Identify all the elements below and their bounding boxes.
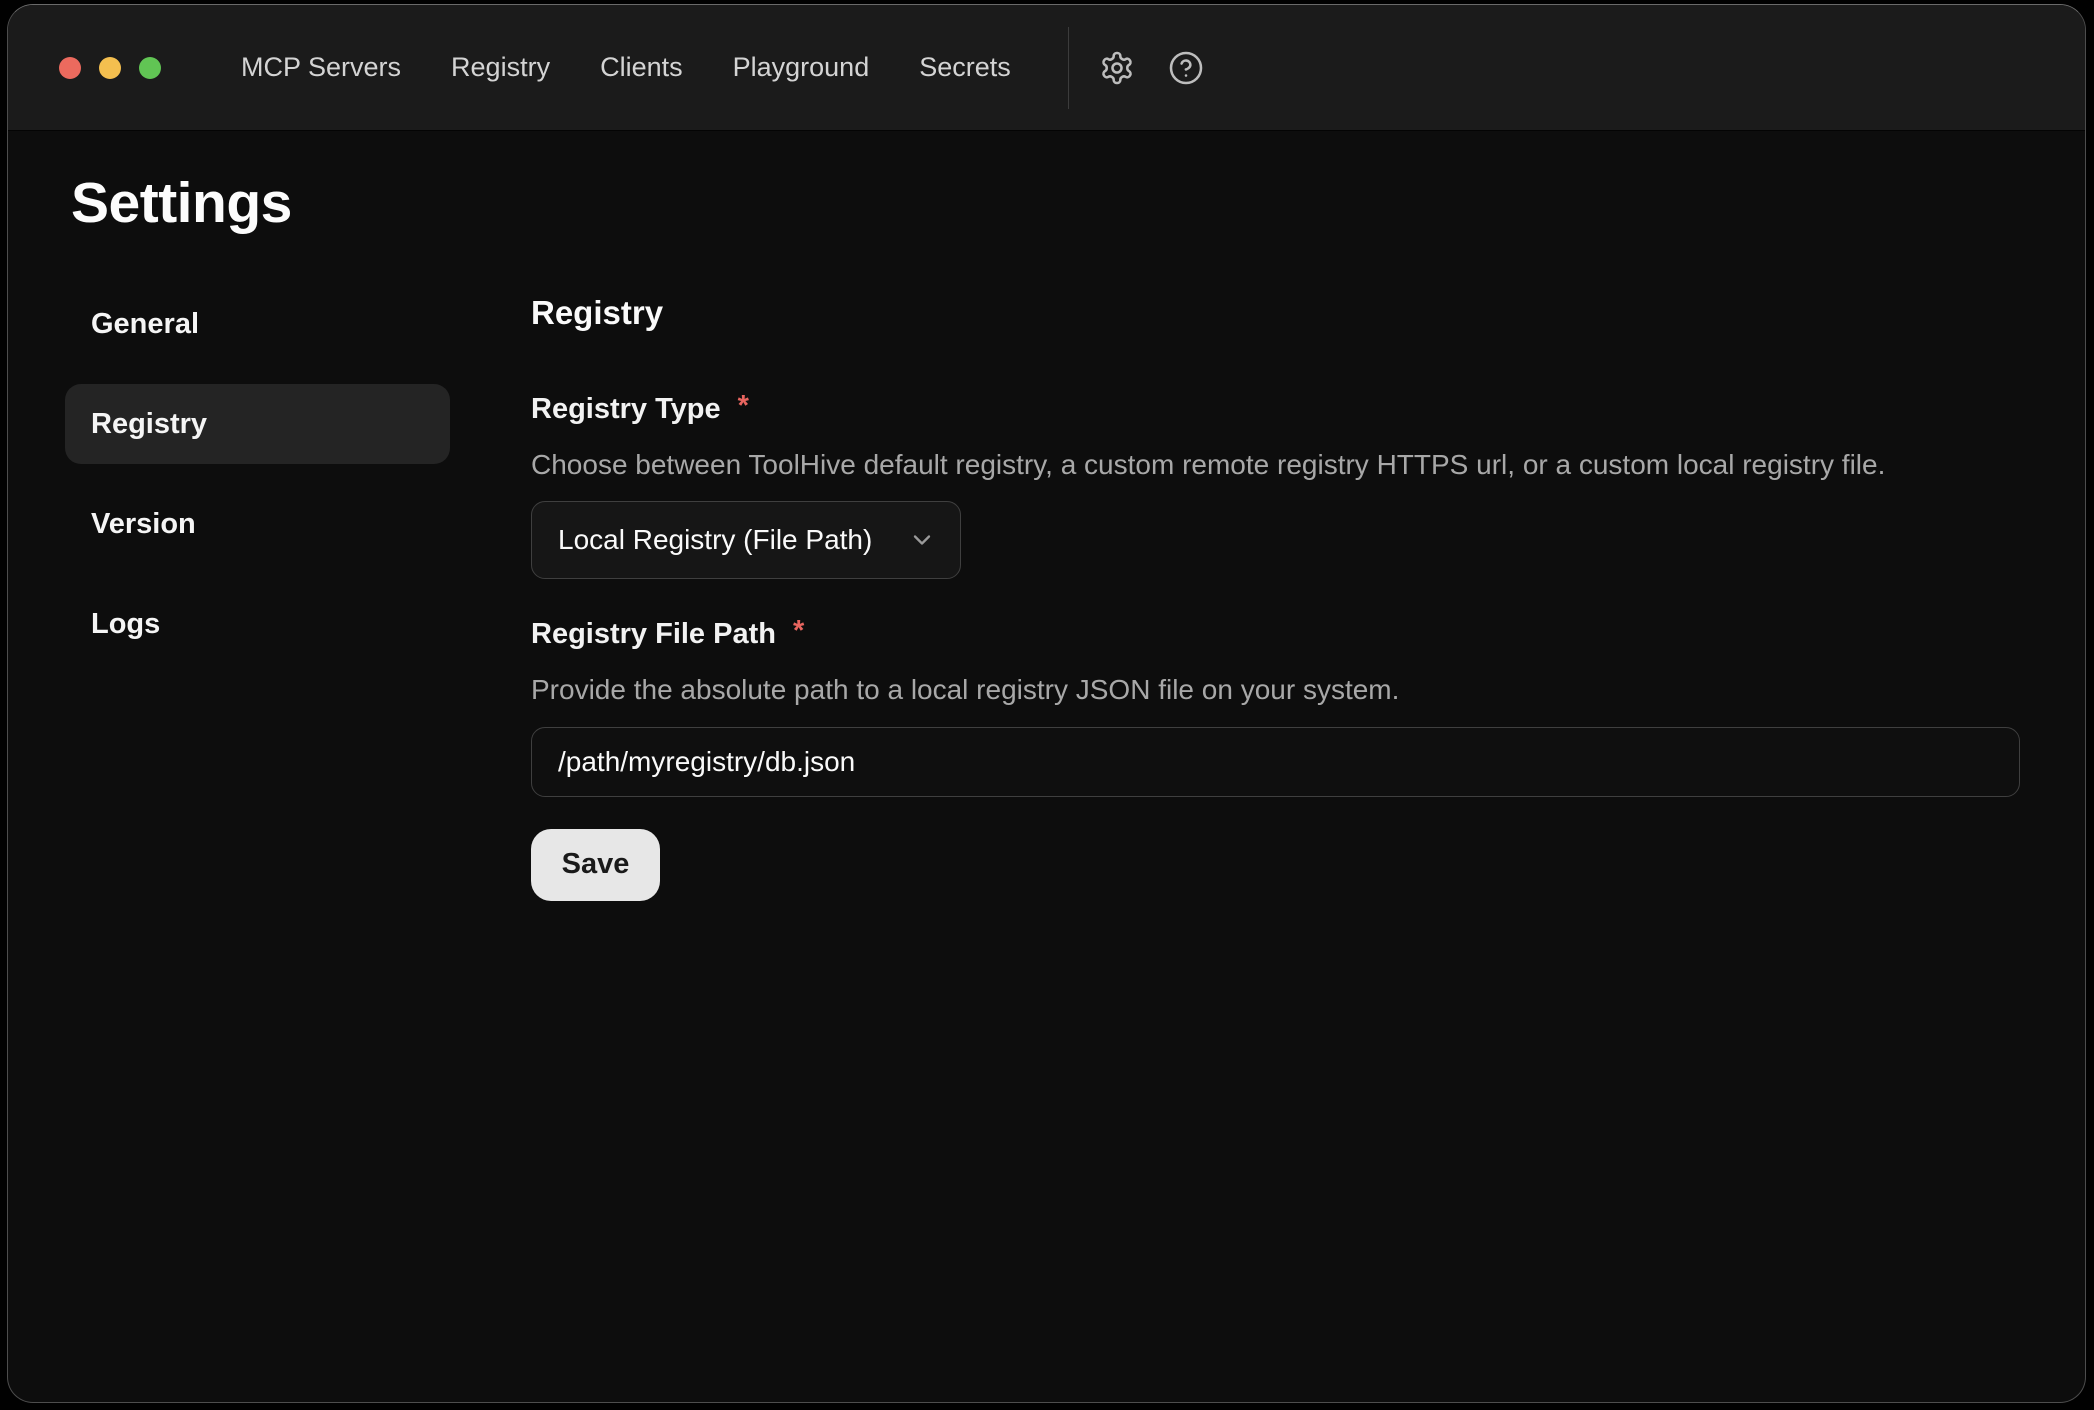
sidebar-item-registry[interactable]: Registry <box>65 384 450 464</box>
section-heading: Registry <box>531 294 2020 332</box>
required-asterisk: * <box>793 615 804 648</box>
registry-type-selected-value: Local Registry (File Path) <box>558 524 896 556</box>
zoom-window-button[interactable] <box>139 57 161 79</box>
nav-item-secrets[interactable]: Secrets <box>919 52 1011 83</box>
sidebar-item-general[interactable]: General <box>65 284 450 364</box>
traffic-lights <box>59 57 161 79</box>
nav-item-clients[interactable]: Clients <box>600 52 683 83</box>
registry-file-path-description: Provide the absolute path to a local reg… <box>531 673 2020 707</box>
settings-sidebar: General Registry Version Logs <box>65 284 450 901</box>
close-window-button[interactable] <box>59 57 81 79</box>
registry-type-select[interactable]: Local Registry (File Path) <box>531 501 961 579</box>
nav-item-playground[interactable]: Playground <box>733 52 870 83</box>
nav-item-registry[interactable]: Registry <box>451 52 550 83</box>
registry-type-label: Registry Type <box>531 392 721 427</box>
registry-file-path-input[interactable] <box>531 727 2020 797</box>
page-title: Settings <box>71 175 2085 232</box>
save-button[interactable]: Save <box>531 829 660 901</box>
registry-file-path-label: Registry File Path <box>531 617 776 652</box>
chevron-down-icon <box>896 526 936 554</box>
registry-type-description: Choose between ToolHive default registry… <box>531 448 2020 482</box>
nav-item-mcp-servers[interactable]: MCP Servers <box>241 52 401 83</box>
sidebar-item-logs[interactable]: Logs <box>65 584 450 664</box>
titlebar-divider <box>1068 27 1069 109</box>
titlebar: MCP Servers Registry Clients Playground … <box>8 5 2085 131</box>
settings-gear-icon[interactable] <box>1099 50 1135 86</box>
help-circle-icon[interactable] <box>1168 50 1204 86</box>
app-window: MCP Servers Registry Clients Playground … <box>7 4 2086 1403</box>
top-navigation: MCP Servers Registry Clients Playground … <box>241 52 1011 83</box>
required-asterisk: * <box>738 390 749 423</box>
sidebar-item-version[interactable]: Version <box>65 484 450 564</box>
settings-content: Registry Registry Type * Choose between … <box>531 284 2085 901</box>
minimize-window-button[interactable] <box>99 57 121 79</box>
